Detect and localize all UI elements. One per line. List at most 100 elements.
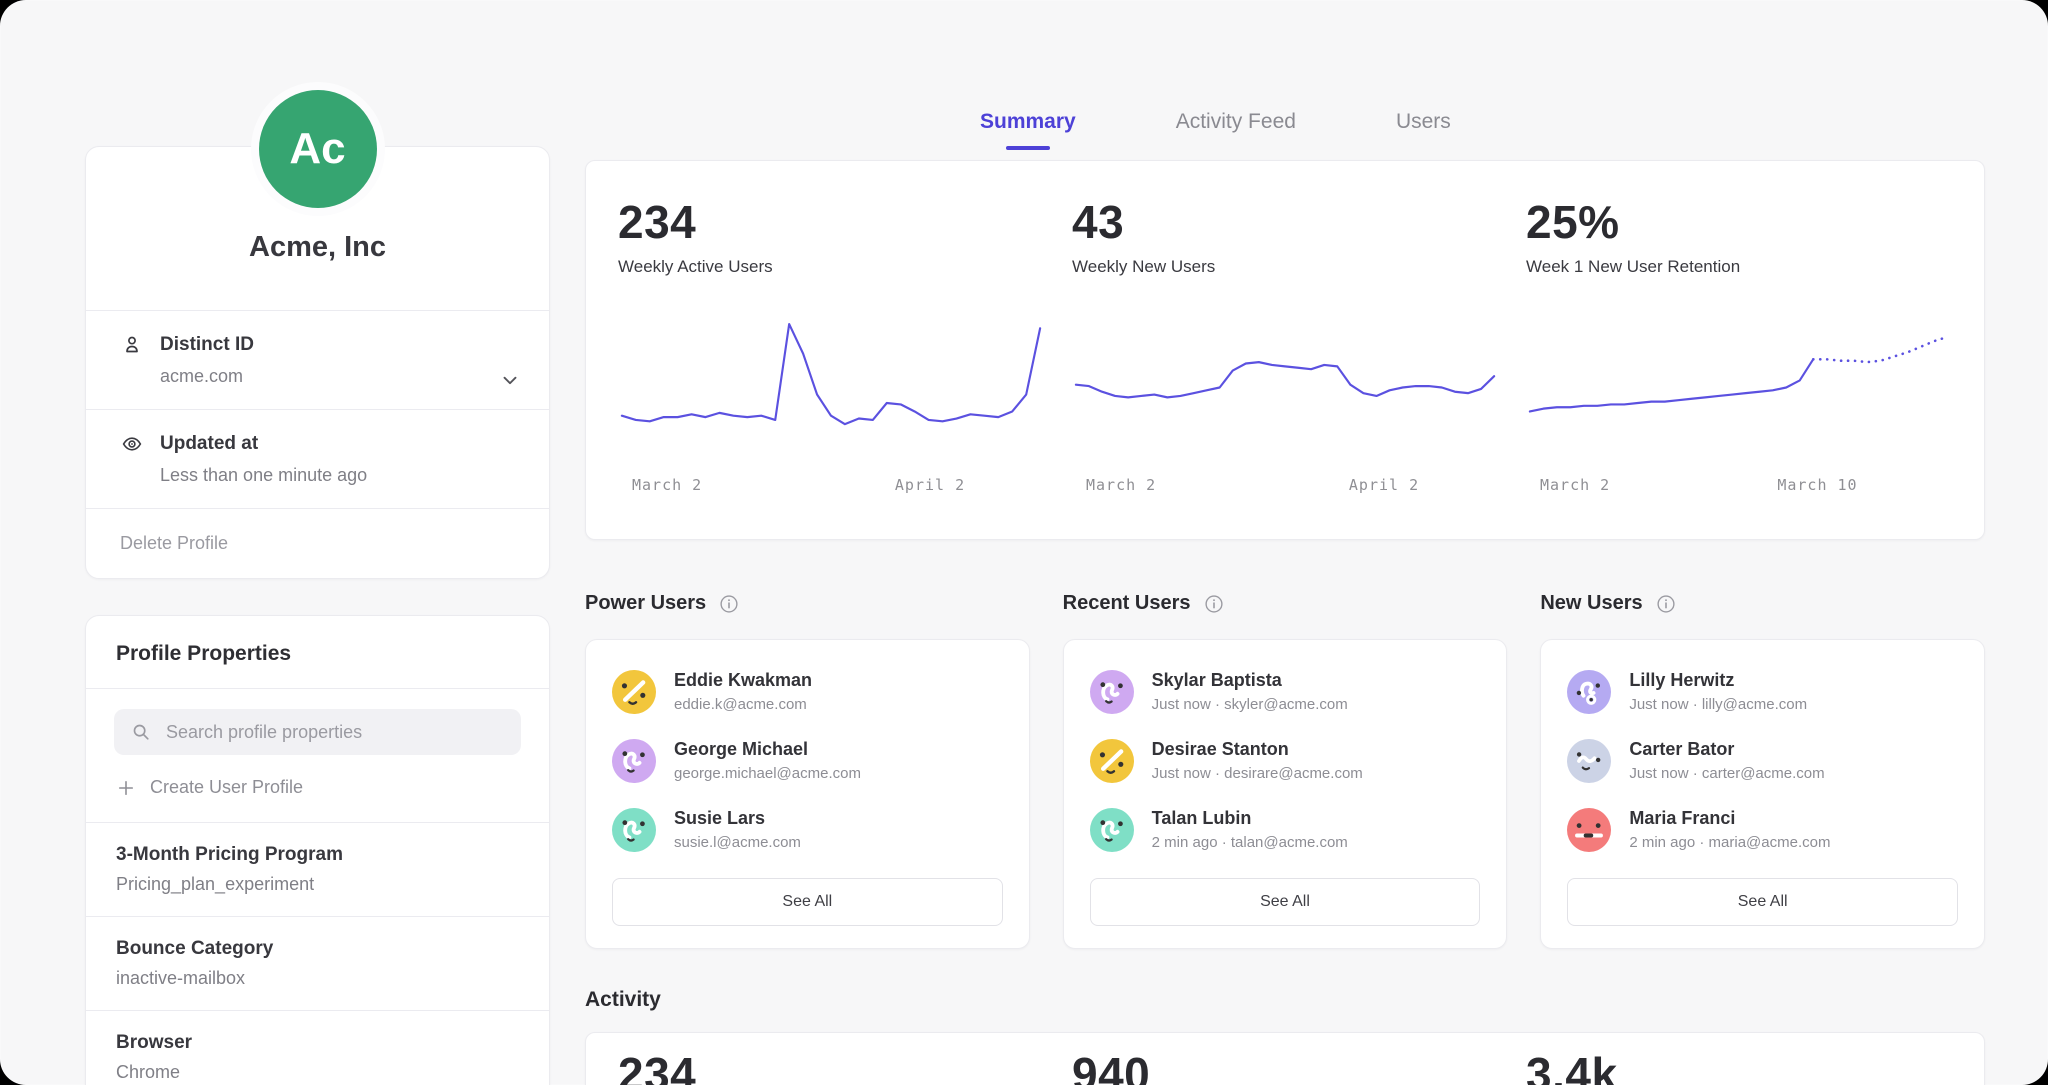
profile-properties-card: Profile Properties Create User Profile — [85, 615, 550, 1085]
activity-card: 234 940 3.4k — [585, 1032, 1985, 1085]
stat-weekly-new-users: 43 Weekly New Users March 2 April 2 — [1072, 195, 1498, 539]
chevron-down-icon[interactable] — [499, 369, 521, 391]
user-row[interactable]: Skylar Baptista Just now · skyler@acme.c… — [1090, 670, 1481, 714]
user-name: Eddie Kwakman — [674, 670, 812, 691]
tab-bar: Summary Activity Feed Users — [980, 110, 1451, 150]
user-meta: Just now · desirare@acme.com — [1152, 765, 1363, 782]
user-row[interactable]: Lilly Herwitz Just now · lilly@acme.com — [1567, 670, 1958, 714]
field-label: Distinct ID — [160, 334, 254, 356]
user-row[interactable]: Susie Lars susie.l@acme.com — [612, 808, 1003, 852]
user-name: George Michael — [674, 739, 861, 760]
user-avatar — [612, 739, 656, 783]
company-avatar: Ac — [259, 90, 377, 208]
user-meta: Just now · carter@acme.com — [1629, 765, 1824, 782]
stat-week1-retention: 25% Week 1 New User Retention March 2 Ma… — [1526, 195, 1952, 539]
user-row[interactable]: George Michael george.michael@acme.com — [612, 739, 1003, 783]
user-avatar — [612, 808, 656, 852]
summary-card: 234 Weekly Active Users March 2 April 2 … — [585, 160, 1985, 540]
eye-icon — [120, 432, 144, 456]
property-item: Bounce Category inactive-mailbox — [86, 916, 549, 1010]
property-name: 3-Month Pricing Program — [116, 844, 519, 866]
stat-weekly-active-users: 234 Weekly Active Users March 2 April 2 — [618, 195, 1044, 539]
user-row[interactable]: Desirae Stanton Just now · desirare@acme… — [1090, 739, 1481, 783]
user-avatar — [1567, 739, 1611, 783]
user-avatar — [1090, 808, 1134, 852]
stat-label: Weekly Active Users — [618, 257, 1044, 277]
field-value: Less than one minute ago — [160, 465, 515, 486]
x-tick: March 2 — [1540, 476, 1610, 494]
plus-icon — [116, 778, 136, 798]
property-item: Browser Chrome — [86, 1010, 549, 1085]
user-name: Skylar Baptista — [1152, 670, 1348, 691]
stat-value: 43 — [1072, 195, 1498, 249]
search-profile-properties — [114, 709, 521, 755]
x-tick: March 2 — [1086, 476, 1156, 494]
user-row[interactable]: Maria Franci 2 min ago · maria@acme.com — [1567, 808, 1958, 852]
activity-section-title: Activity — [585, 988, 661, 1012]
user-name: Susie Lars — [674, 808, 801, 829]
face-squiggle-icon — [612, 739, 656, 783]
property-name: Browser — [116, 1032, 519, 1054]
stat-value: 25% — [1526, 195, 1952, 249]
info-icon[interactable] — [718, 593, 740, 615]
face-dash-icon — [1567, 808, 1611, 852]
user-row[interactable]: Carter Bator Just now · carter@acme.com — [1567, 739, 1958, 783]
weekly-active-users-chart: March 2 April 2 — [618, 309, 1044, 498]
profile-sidebar: Ac Acme, Inc Distinct ID acme.com — [85, 90, 550, 1085]
user-name: Maria Franci — [1629, 808, 1830, 829]
activity-stat-value: 940 — [1072, 1047, 1498, 1085]
x-tick: April 2 — [895, 476, 965, 494]
user-name: Lilly Herwitz — [1629, 670, 1807, 691]
see-all-button[interactable]: See All — [1090, 878, 1481, 926]
activity-stat-value: 234 — [618, 1047, 1044, 1085]
power-users-column: Power Users Eddie Kwakman ed — [585, 592, 1030, 949]
profile-properties-title: Profile Properties — [86, 616, 549, 688]
tab-activity-feed[interactable]: Activity Feed — [1176, 110, 1296, 150]
see-all-button[interactable]: See All — [1567, 878, 1958, 926]
power-users-card: Eddie Kwakman eddie.k@acme.com George Mi… — [585, 639, 1030, 949]
face-squiggle-icon — [1090, 808, 1134, 852]
info-icon[interactable] — [1655, 593, 1677, 615]
tab-users[interactable]: Users — [1396, 110, 1451, 150]
property-value: Pricing_plan_experiment — [116, 874, 519, 895]
delete-profile-button[interactable]: Delete Profile — [86, 508, 549, 578]
stat-label: Week 1 New User Retention — [1526, 257, 1952, 277]
x-tick: March 2 — [632, 476, 702, 494]
app-window: Ac Acme, Inc Distinct ID acme.com — [0, 0, 2048, 1085]
user-meta: Just now · lilly@acme.com — [1629, 696, 1807, 713]
activity-stat-value: 3.4k — [1526, 1047, 1952, 1085]
recent-users-column: Recent Users Skylar Baptista — [1063, 592, 1508, 949]
property-value: Chrome — [116, 1062, 519, 1083]
recent-users-title: Recent Users — [1063, 592, 1191, 615]
stat-label: Weekly New Users — [1072, 257, 1498, 277]
x-tick: March 10 — [1777, 476, 1857, 494]
tab-summary[interactable]: Summary — [980, 110, 1076, 150]
x-tick: April 2 — [1349, 476, 1419, 494]
power-users-title: Power Users — [585, 592, 706, 615]
see-all-button[interactable]: See All — [612, 878, 1003, 926]
stat-value: 234 — [618, 195, 1044, 249]
user-avatar — [1090, 670, 1134, 714]
recent-users-card: Skylar Baptista Just now · skyler@acme.c… — [1063, 639, 1508, 949]
create-user-profile-button[interactable]: Create User Profile — [86, 755, 549, 822]
updated-at-row: Updated at Less than one minute ago — [86, 409, 549, 508]
user-avatar — [1567, 670, 1611, 714]
search-input[interactable] — [164, 721, 505, 744]
weekly-new-users-chart: March 2 April 2 — [1072, 309, 1498, 498]
face-wave-icon — [1567, 739, 1611, 783]
property-name: Bounce Category — [116, 938, 519, 960]
user-name: Carter Bator — [1629, 739, 1824, 760]
search-icon — [130, 721, 152, 743]
field-label: Updated at — [160, 433, 258, 455]
company-name: Acme, Inc — [106, 231, 529, 264]
user-meta: 2 min ago · maria@acme.com — [1629, 834, 1830, 851]
info-icon[interactable] — [1203, 593, 1225, 615]
create-user-profile-label: Create User Profile — [150, 777, 303, 798]
user-row[interactable]: Talan Lubin 2 min ago · talan@acme.com — [1090, 808, 1481, 852]
user-row[interactable]: Eddie Kwakman eddie.k@acme.com — [612, 670, 1003, 714]
property-value: inactive-mailbox — [116, 968, 519, 989]
user-avatar — [1567, 808, 1611, 852]
face-slash-icon — [612, 670, 656, 714]
main-content: Summary Activity Feed Users 234 Weekly A… — [585, 0, 1985, 1085]
user-meta: eddie.k@acme.com — [674, 696, 812, 713]
